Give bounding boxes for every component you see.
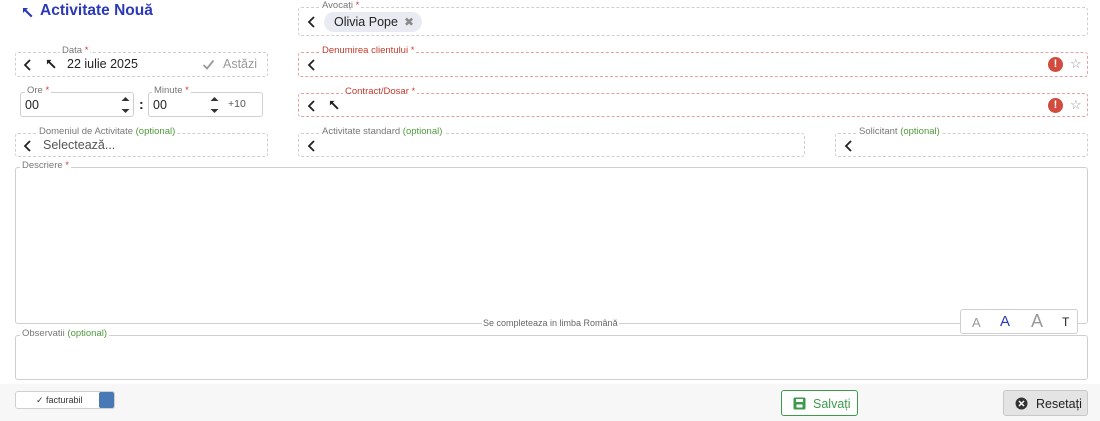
date-field[interactable]: Data * 22 iulie 2025 Astăzi [15,45,268,77]
billable-label: ✓ facturabil [36,395,83,405]
error-icon: ! [1048,98,1063,113]
billable-toggle-knob[interactable] [99,392,114,408]
pin-icon[interactable] [46,59,57,70]
client-field[interactable]: Denumirea clientului * ! ☆ [298,45,1088,77]
description-label: Descriere * [20,160,71,172]
hours-stepper[interactable] [121,96,131,114]
lawyer-chip: Olivia Pope ✖ [324,12,422,32]
plus-ten-button[interactable]: +10 [228,98,246,110]
caret-up-icon[interactable] [121,96,130,102]
font-large-button[interactable]: A [1031,311,1043,332]
today-button[interactable]: Astăzi [202,57,262,73]
hours-field[interactable]: Ore * 00 [20,85,134,117]
chevron-left-icon[interactable] [305,15,319,29]
minutes-stepper[interactable] [210,96,220,114]
chevron-left-icon[interactable] [21,139,35,153]
domain-field[interactable]: Domeniul de Activitate (optional) Select… [15,126,268,157]
page-title: Activitate Nouă [40,2,153,19]
minutes-value[interactable]: 00 [153,98,167,112]
star-icon[interactable]: ☆ [1070,57,1082,71]
hours-value[interactable]: 00 [25,98,39,112]
save-label: Salvați [813,397,851,411]
pin-icon[interactable] [329,100,340,111]
text-size-toolbar: A A A T [960,309,1078,334]
caret-down-icon[interactable] [210,108,219,114]
chevron-left-icon[interactable] [305,139,319,153]
chevron-left-icon[interactable] [305,99,319,113]
caret-down-icon[interactable] [121,108,130,114]
lawyers-field[interactable]: Avocați * Olivia Pope ✖ [298,0,1088,36]
remove-chip-icon[interactable]: ✖ [404,15,414,29]
minutes-field[interactable]: Minute * 00 +10 [148,85,263,117]
save-button[interactable]: Salvați [781,390,858,416]
date-value[interactable]: 22 iulie 2025 [67,57,138,71]
requester-field[interactable]: Solicitant (optional) [835,126,1088,157]
description-textarea[interactable]: Descriere * [15,160,1088,324]
today-label: Astăzi [223,57,258,71]
times-circle-icon [1015,397,1028,410]
star-icon[interactable]: ☆ [1070,98,1082,112]
error-icon: ! [1048,57,1063,72]
date-label: Data * [60,45,91,57]
standard-activity-field[interactable]: Activitate standard (optional) [298,126,805,157]
floppy-disk-icon [793,397,806,410]
font-small-button[interactable]: A [972,315,981,330]
domain-placeholder[interactable]: Selectează... [43,138,115,152]
description-hint: Se completeaza in limba Română [482,318,619,328]
billable-toggle[interactable]: ✓ facturabil [15,391,115,409]
minutes-label: Minute * [152,85,191,97]
chevron-left-icon[interactable] [842,139,856,153]
observations-label: Observatii (optional) [20,328,110,340]
page-header: Activitate Nouă [22,2,222,24]
caret-up-icon[interactable] [210,96,219,102]
chevron-left-icon[interactable] [305,58,319,72]
requester-label: Solicitant (optional) [857,126,942,138]
chevron-left-icon[interactable] [21,58,35,72]
hours-label: Ore * [25,85,52,97]
reset-button[interactable]: Resetați [1003,390,1088,416]
lawyer-chip-label: Olivia Pope [334,15,398,29]
lawyers-label: Avocați * [320,0,362,12]
pin-icon [23,8,33,18]
time-separator: : [139,96,144,112]
font-type-button[interactable]: T [1062,315,1069,329]
standard-activity-label: Activitate standard (optional) [320,126,445,138]
reset-label: Resetați [1036,397,1082,411]
footer-bar [0,384,1100,421]
observations-textarea[interactable]: Observatii (optional) [15,328,1088,380]
client-label: Denumirea clientului * [320,45,417,57]
contract-field[interactable]: Contract/Dosar * ! ☆ [298,86,1088,117]
domain-label: Domeniul de Activitate (optional) [37,126,178,138]
contract-label: Contract/Dosar * [343,86,418,98]
font-medium-button[interactable]: A [1000,313,1010,330]
check-icon [202,59,215,70]
